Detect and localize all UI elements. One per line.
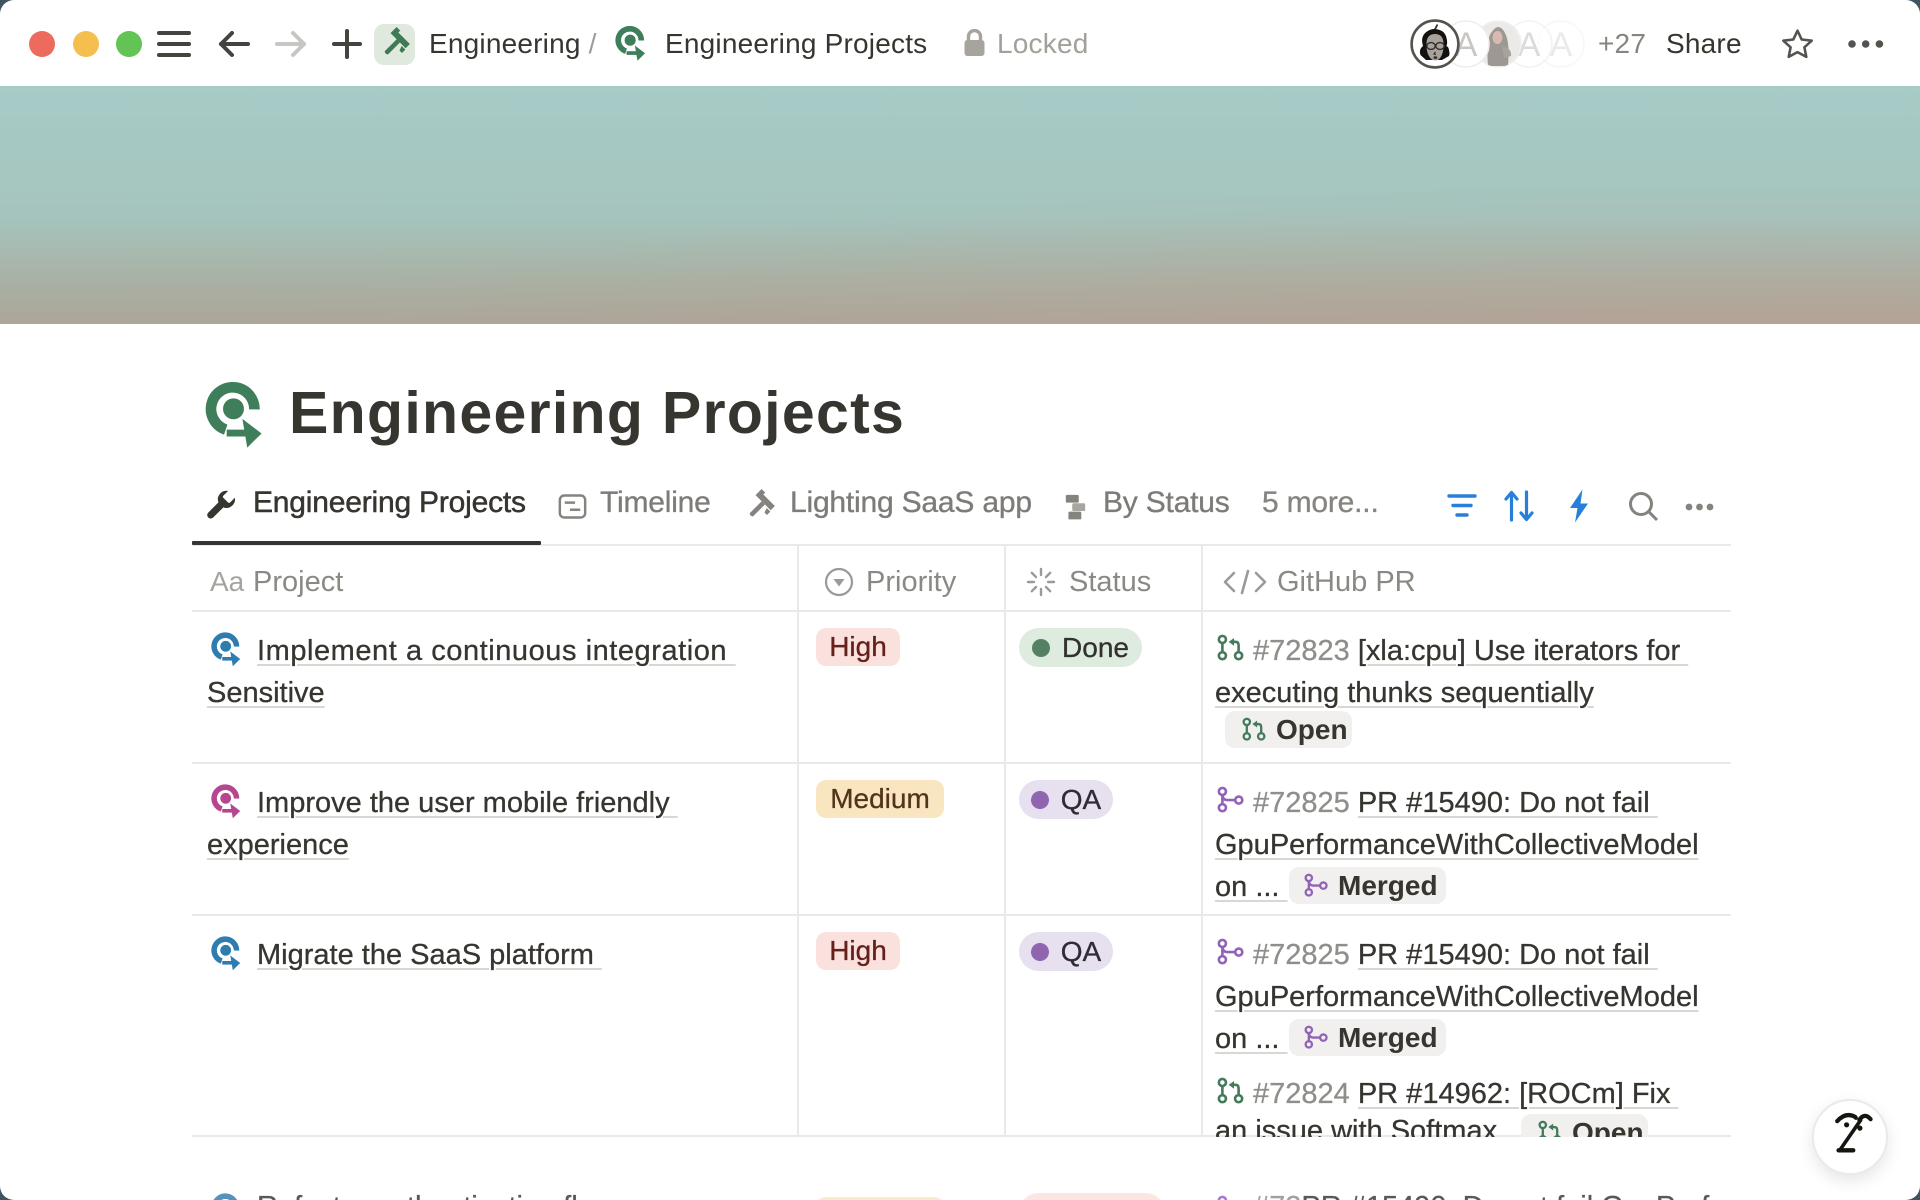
svg-text:A: A [1550,26,1573,64]
